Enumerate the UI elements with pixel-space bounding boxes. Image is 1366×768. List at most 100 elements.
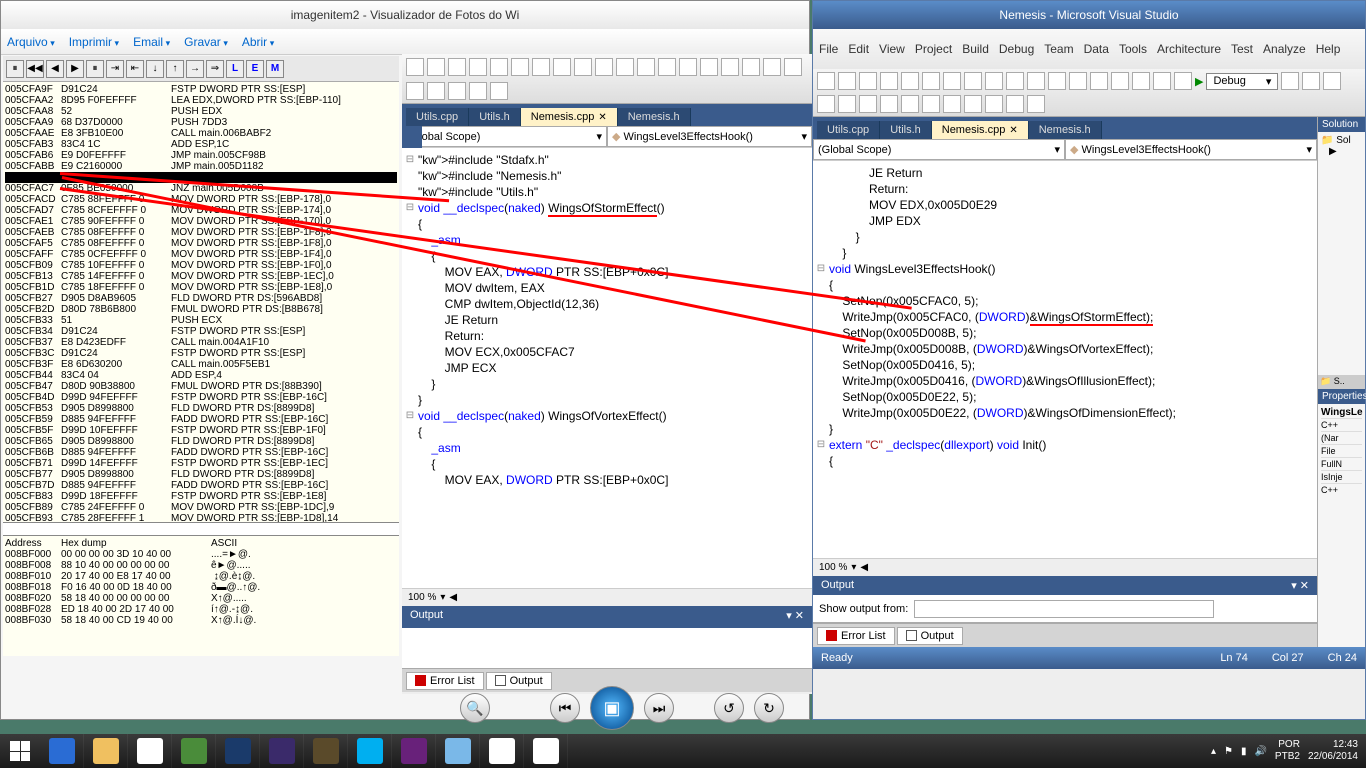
tab-Nemesis.cpp[interactable]: Nemesis.cpp✕ — [521, 108, 618, 126]
pv-menu-imprimir[interactable]: Imprimir — [69, 35, 119, 49]
vs1-tb-icon[interactable] — [427, 82, 445, 100]
vs1-error-list-tab[interactable]: Error List — [406, 672, 484, 690]
olly-disassembly[interactable]: 005CFA9FD91C24FSTP DWORD PTR SS:[ESP]005… — [3, 82, 399, 522]
pv-prev[interactable]: ⏮ — [550, 693, 580, 723]
vs2-tb-icon[interactable] — [880, 95, 898, 113]
dis-row[interactable]: 005CFAAEE8 3FB10E00CALL main.006BABF2 — [5, 128, 397, 139]
dump-row[interactable]: 008BF00888 10 40 00 00 00 00 00ê►@..... — [5, 560, 397, 571]
taskbar-ie[interactable] — [40, 734, 84, 768]
vs2-tb-icon[interactable] — [1048, 72, 1066, 90]
taskbar-skype[interactable] — [348, 734, 392, 768]
menu-data[interactable]: Data — [1084, 42, 1109, 56]
vs2-tb-icon[interactable] — [1006, 95, 1024, 113]
dis-row[interactable]: 005CFB4DD99D 94FEFFFFFSTP DWORD PTR SS:[… — [5, 392, 397, 403]
vs1-tb-icon[interactable] — [658, 58, 676, 76]
taskbar-chrome[interactable] — [128, 734, 172, 768]
vs2-tb-icon[interactable] — [1027, 72, 1045, 90]
taskbar-photoviewer[interactable] — [436, 734, 480, 768]
vs1-tb-icon[interactable] — [490, 82, 508, 100]
dis-row[interactable]: 005CFAB6E9 D0FEFFFFJMP main.005CF98B — [5, 150, 397, 161]
vs1-output-header[interactable]: Output▾ ✕ — [402, 606, 812, 628]
code-line[interactable]: } — [416, 376, 812, 392]
vs1-tb-icon[interactable] — [616, 58, 634, 76]
dump-row[interactable]: 008BF018F0 16 40 00 0D 18 40 00ð▬@..↑@. — [5, 582, 397, 593]
code-line[interactable]: CMP dwItem,ObjectId(12,36) — [416, 296, 812, 312]
vs1-tb-icon[interactable] — [406, 58, 424, 76]
vs2-tb-icon[interactable] — [838, 72, 856, 90]
vs2-tb-icon[interactable] — [1132, 72, 1150, 90]
olly-tb-btn-13[interactable]: M — [266, 60, 284, 78]
vs1-scope-right[interactable]: ◆ WingsLevel3EffectsHook()▾ — [607, 126, 812, 147]
vs2-tb-icon[interactable] — [943, 95, 961, 113]
olly-tb-btn-11[interactable]: L — [226, 60, 244, 78]
dis-row[interactable]: 005CFAA28D95 F0FEFFFFLEA EDX,DWORD PTR S… — [5, 95, 397, 106]
vs2-tb-icon[interactable] — [859, 72, 877, 90]
taskbar-terminal[interactable] — [304, 734, 348, 768]
dis-row[interactable]: 005CFB53D905 D8998800FLD DWORD PTR DS:[8… — [5, 403, 397, 414]
olly-tb-btn-6[interactable]: ⇤ — [126, 60, 144, 78]
dis-row[interactable]: 005CFB83D99D 18FEFFFFFSTP DWORD PTR SS:[… — [5, 491, 397, 502]
vs2-tb-icon[interactable] — [838, 95, 856, 113]
start-button[interactable] — [0, 734, 40, 768]
vs2-tb-icon[interactable] — [922, 95, 940, 113]
vs1-tb-icon[interactable] — [469, 58, 487, 76]
vs1-tb-icon[interactable] — [595, 58, 613, 76]
vs2-tb-icon[interactable] — [1323, 72, 1341, 90]
code-line[interactable]: } — [416, 392, 812, 408]
taskbar-photoshop[interactable] — [216, 734, 260, 768]
pv-menu-email[interactable]: Email — [133, 35, 170, 49]
tray-up-icon[interactable]: ▴ — [1211, 746, 1216, 757]
dis-row[interactable]: 005CFB65D905 D8998800FLD DWORD PTR DS:[8… — [5, 436, 397, 447]
menu-project[interactable]: Project — [915, 42, 952, 56]
dis-row[interactable]: 005CFB77D905 D8998800FLD DWORD PTR DS:[8… — [5, 469, 397, 480]
vs2-scope-right[interactable]: ◆ WingsLevel3EffectsHook()▾ — [1065, 139, 1317, 160]
vs1-tb-icon[interactable] — [469, 82, 487, 100]
vs2-tb-icon[interactable] — [859, 95, 877, 113]
config-dropdown[interactable]: Debug▾ — [1206, 73, 1278, 90]
olly-tb-btn-0[interactable]: ⏸ — [6, 60, 24, 78]
olly-tb-btn-9[interactable]: → — [186, 60, 204, 78]
dis-row[interactable]: 005CFB4483C4 04ADD ESP,4 — [5, 370, 397, 381]
pv-menu-abrir[interactable]: Abrir — [242, 35, 274, 49]
dis-row[interactable]: 005CFB5FD99D 10FEFFFFFSTP DWORD PTR SS:[… — [5, 425, 397, 436]
tray-network-icon[interactable]: ▮ — [1241, 746, 1247, 757]
vs1-tb-icon[interactable] — [763, 58, 781, 76]
dis-row[interactable]: 005CFB27D905 D8AB9605FLD DWORD PTR DS:[5… — [5, 293, 397, 304]
taskbar-bug[interactable] — [480, 734, 524, 768]
vs1-tb-icon[interactable] — [784, 58, 802, 76]
vs1-scope-left[interactable]: (Global Scope)▾ — [402, 126, 607, 147]
vs2-tb-icon[interactable] — [922, 72, 940, 90]
code-line[interactable]: { — [416, 456, 812, 472]
tab-Utils.h[interactable]: Utils.h — [469, 108, 521, 126]
dump-row[interactable]: 008BF00000 00 00 00 3D 10 40 00....=►@. — [5, 549, 397, 560]
pv-next[interactable]: ⏭ — [644, 693, 674, 723]
olly-tb-btn-4[interactable]: ⏸ — [86, 60, 104, 78]
code-line[interactable]: "kw">#include "Utils.h" — [416, 184, 812, 200]
tab-Nemesis.h[interactable]: Nemesis.h — [1029, 121, 1102, 139]
vs2-tb-icon[interactable] — [1090, 72, 1108, 90]
pv-menu-arquivo[interactable]: Arquivo — [7, 35, 55, 49]
tab-Nemesis.h[interactable]: Nemesis.h — [618, 108, 691, 126]
vs2-tb-icon[interactable] — [1027, 95, 1045, 113]
vs2-tb-icon[interactable] — [1302, 72, 1320, 90]
vs2-tb-icon[interactable] — [880, 72, 898, 90]
code-line[interactable]: MOV EDX,0x005D0E29 — [827, 197, 1317, 213]
taskbar-paint[interactable] — [524, 734, 568, 768]
code-line[interactable]: MOV EAX, DWORD PTR SS:[EBP+0x0C] — [416, 472, 812, 488]
code-line[interactable]: JMP ECX — [416, 360, 812, 376]
code-line[interactable]: ⊟void WingsLevel3EffectsHook() — [827, 261, 1317, 277]
code-line[interactable]: WriteJmp(0x005D0416, (DWORD)&WingsOfIllu… — [827, 373, 1317, 389]
vs2-tb-icon[interactable] — [1111, 72, 1129, 90]
code-line[interactable]: WriteJmp(0x005CFAC0, (DWORD)&WingsOfStor… — [827, 309, 1317, 325]
dis-row[interactable]: 005CFAA968 D37D0000PUSH 7DD3 — [5, 117, 397, 128]
pv-zoom-out[interactable]: 🔍 — [460, 693, 490, 723]
vs2-scope-left[interactable]: (Global Scope)▾ — [813, 139, 1065, 160]
solution-explorer-body[interactable]: 📁 Sol ▶ — [1318, 132, 1365, 375]
vs1-tb-icon[interactable] — [427, 58, 445, 76]
properties-body[interactable]: WingsLe C++(NarFileFullNIsInjeC++ — [1318, 404, 1365, 647]
code-line[interactable]: JE Return — [416, 312, 812, 328]
olly-hexdump[interactable]: Address Hex dump ASCII 008BF00000 00 00 … — [3, 536, 399, 636]
vs1-tb-icon[interactable] — [721, 58, 739, 76]
vs1-tb-icon[interactable] — [406, 82, 424, 100]
tray-volume-icon[interactable]: 🔊 — [1254, 746, 1266, 757]
